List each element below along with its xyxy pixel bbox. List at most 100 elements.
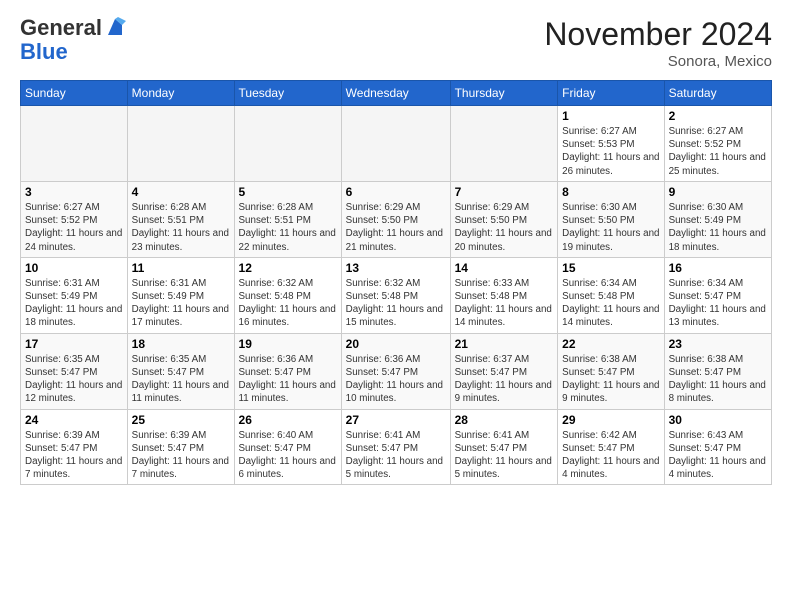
calendar-week-row: 10 Sunrise: 6:31 AM Sunset: 5:49 PM Dayli… [21,257,772,333]
day-info: Sunrise: 6:41 AM Sunset: 5:47 PM Dayligh… [455,429,554,482]
day-info: Sunrise: 6:34 AM Sunset: 5:48 PM Dayligh… [562,277,659,330]
day-number: 25 [132,413,230,427]
day-number: 21 [455,337,554,351]
title-block: November 2024 Sonora, Mexico [544,16,772,70]
day-number: 3 [25,185,123,199]
calendar-cell: 18Sunrise: 6:35 AM Sunset: 5:47 PM Dayli… [127,333,234,409]
calendar-cell [21,106,128,182]
day-number: 13 [346,261,446,275]
day-number: 26 [239,413,337,427]
calendar-cell: 1 Sunrise: 6:27 AM Sunset: 5:53 PM Daylig… [558,106,664,182]
calendar-cell: 28 Sunrise: 6:41 AM Sunset: 5:47 PM Dayli… [450,409,558,485]
calendar-cell: 13 Sunrise: 6:32 AM Sunset: 5:48 PM Dayli… [341,257,450,333]
day-number: 4 [132,185,230,199]
calendar-cell [450,106,558,182]
day-info: Sunrise: 6:37 AM Sunset: 5:47 PM Dayligh… [455,353,554,406]
day-info: Sunrise: 6:29 AM Sunset: 5:50 PM Dayligh… [346,201,446,254]
day-info: Sunrise: 6:35 AM Sunset: 5:47 PM Dayligh… [25,353,123,406]
day-info: Sunrise: 6:27 AM Sunset: 5:53 PM Dayligh… [562,125,659,178]
day-info: Sunrise: 6:39 AM Sunset: 5:47 PM Dayligh… [132,429,230,482]
calendar-header-sunday: Sunday [21,81,128,106]
calendar-cell: 25 Sunrise: 6:39 AM Sunset: 5:47 PM Dayli… [127,409,234,485]
calendar-cell [341,106,450,182]
day-number: 17 [25,337,123,351]
day-number: 16 [669,261,767,275]
day-info: Sunrise: 6:39 AM Sunset: 5:47 PM Dayligh… [25,429,123,482]
day-number: 22 [562,337,659,351]
day-number: 10 [25,261,123,275]
day-number: 1 [562,109,659,123]
day-number: 12 [239,261,337,275]
day-info: Sunrise: 6:28 AM Sunset: 5:51 PM Dayligh… [132,201,230,254]
calendar-cell: 20 Sunrise: 6:36 AM Sunset: 5:47 PM Dayli… [341,333,450,409]
calendar-cell: 8Sunrise: 6:30 AM Sunset: 5:50 PM Daylig… [558,181,664,257]
day-number: 7 [455,185,554,199]
logo-general-text: General [20,16,102,40]
calendar-cell: 2 Sunrise: 6:27 AM Sunset: 5:52 PM Daylig… [664,106,771,182]
calendar-cell: 4 Sunrise: 6:28 AM Sunset: 5:51 PM Daylig… [127,181,234,257]
day-info: Sunrise: 6:42 AM Sunset: 5:47 PM Dayligh… [562,429,659,482]
day-number: 24 [25,413,123,427]
day-info: Sunrise: 6:38 AM Sunset: 5:47 PM Dayligh… [669,353,767,406]
calendar-cell: 17 Sunrise: 6:35 AM Sunset: 5:47 PM Dayli… [21,333,128,409]
calendar-cell: 5 Sunrise: 6:28 AM Sunset: 5:51 PM Daylig… [234,181,341,257]
day-info: Sunrise: 6:34 AM Sunset: 5:47 PM Dayligh… [669,277,767,330]
day-number: 6 [346,185,446,199]
logo-icon [104,17,126,39]
calendar-header-wednesday: Wednesday [341,81,450,106]
logo: General Blue [20,16,126,64]
day-info: Sunrise: 6:36 AM Sunset: 5:47 PM Dayligh… [239,353,337,406]
day-number: 11 [132,261,230,275]
calendar-cell [127,106,234,182]
day-info: Sunrise: 6:32 AM Sunset: 5:48 PM Dayligh… [346,277,446,330]
day-number: 5 [239,185,337,199]
day-number: 2 [669,109,767,123]
day-number: 15 [562,261,659,275]
calendar-cell: 11Sunrise: 6:31 AM Sunset: 5:49 PM Dayli… [127,257,234,333]
day-info: Sunrise: 6:43 AM Sunset: 5:47 PM Dayligh… [669,429,767,482]
calendar-cell: 12 Sunrise: 6:32 AM Sunset: 5:48 PM Dayli… [234,257,341,333]
calendar-cell: 6 Sunrise: 6:29 AM Sunset: 5:50 PM Daylig… [341,181,450,257]
day-number: 9 [669,185,767,199]
day-number: 8 [562,185,659,199]
header: General Blue November 2024 Sonora, Mexic… [20,16,772,70]
calendar-cell: 24 Sunrise: 6:39 AM Sunset: 5:47 PM Dayli… [21,409,128,485]
calendar-week-row: 1 Sunrise: 6:27 AM Sunset: 5:53 PM Daylig… [21,106,772,182]
day-info: Sunrise: 6:30 AM Sunset: 5:49 PM Dayligh… [669,201,767,254]
day-number: 28 [455,413,554,427]
day-info: Sunrise: 6:38 AM Sunset: 5:47 PM Dayligh… [562,353,659,406]
calendar-cell: 7 Sunrise: 6:29 AM Sunset: 5:50 PM Daylig… [450,181,558,257]
day-info: Sunrise: 6:32 AM Sunset: 5:48 PM Dayligh… [239,277,337,330]
page-container: General Blue November 2024 Sonora, Mexic… [0,0,792,495]
logo-blue-text: Blue [20,40,126,64]
calendar-week-row: 17 Sunrise: 6:35 AM Sunset: 5:47 PM Dayli… [21,333,772,409]
day-number: 18 [132,337,230,351]
day-info: Sunrise: 6:29 AM Sunset: 5:50 PM Dayligh… [455,201,554,254]
location: Sonora, Mexico [544,53,772,70]
day-number: 23 [669,337,767,351]
day-number: 14 [455,261,554,275]
calendar-header-thursday: Thursday [450,81,558,106]
day-info: Sunrise: 6:28 AM Sunset: 5:51 PM Dayligh… [239,201,337,254]
day-info: Sunrise: 6:27 AM Sunset: 5:52 PM Dayligh… [25,201,123,254]
calendar-week-row: 3 Sunrise: 6:27 AM Sunset: 5:52 PM Daylig… [21,181,772,257]
calendar-cell: 23 Sunrise: 6:38 AM Sunset: 5:47 PM Dayli… [664,333,771,409]
day-info: Sunrise: 6:27 AM Sunset: 5:52 PM Dayligh… [669,125,767,178]
day-number: 29 [562,413,659,427]
calendar-cell [234,106,341,182]
calendar-cell: 9 Sunrise: 6:30 AM Sunset: 5:49 PM Daylig… [664,181,771,257]
calendar-header-row: SundayMondayTuesdayWednesdayThursdayFrid… [21,81,772,106]
calendar-table: SundayMondayTuesdayWednesdayThursdayFrid… [20,80,772,485]
calendar-header-tuesday: Tuesday [234,81,341,106]
day-number: 20 [346,337,446,351]
calendar-cell: 10 Sunrise: 6:31 AM Sunset: 5:49 PM Dayli… [21,257,128,333]
calendar-cell: 16 Sunrise: 6:34 AM Sunset: 5:47 PM Dayli… [664,257,771,333]
day-info: Sunrise: 6:36 AM Sunset: 5:47 PM Dayligh… [346,353,446,406]
calendar-cell: 19Sunrise: 6:36 AM Sunset: 5:47 PM Dayli… [234,333,341,409]
day-info: Sunrise: 6:31 AM Sunset: 5:49 PM Dayligh… [25,277,123,330]
calendar-cell: 15 Sunrise: 6:34 AM Sunset: 5:48 PM Dayli… [558,257,664,333]
calendar-header-saturday: Saturday [664,81,771,106]
month-title: November 2024 [544,16,772,53]
calendar-cell: 26Sunrise: 6:40 AM Sunset: 5:47 PM Dayli… [234,409,341,485]
calendar-cell: 22 Sunrise: 6:38 AM Sunset: 5:47 PM Dayli… [558,333,664,409]
